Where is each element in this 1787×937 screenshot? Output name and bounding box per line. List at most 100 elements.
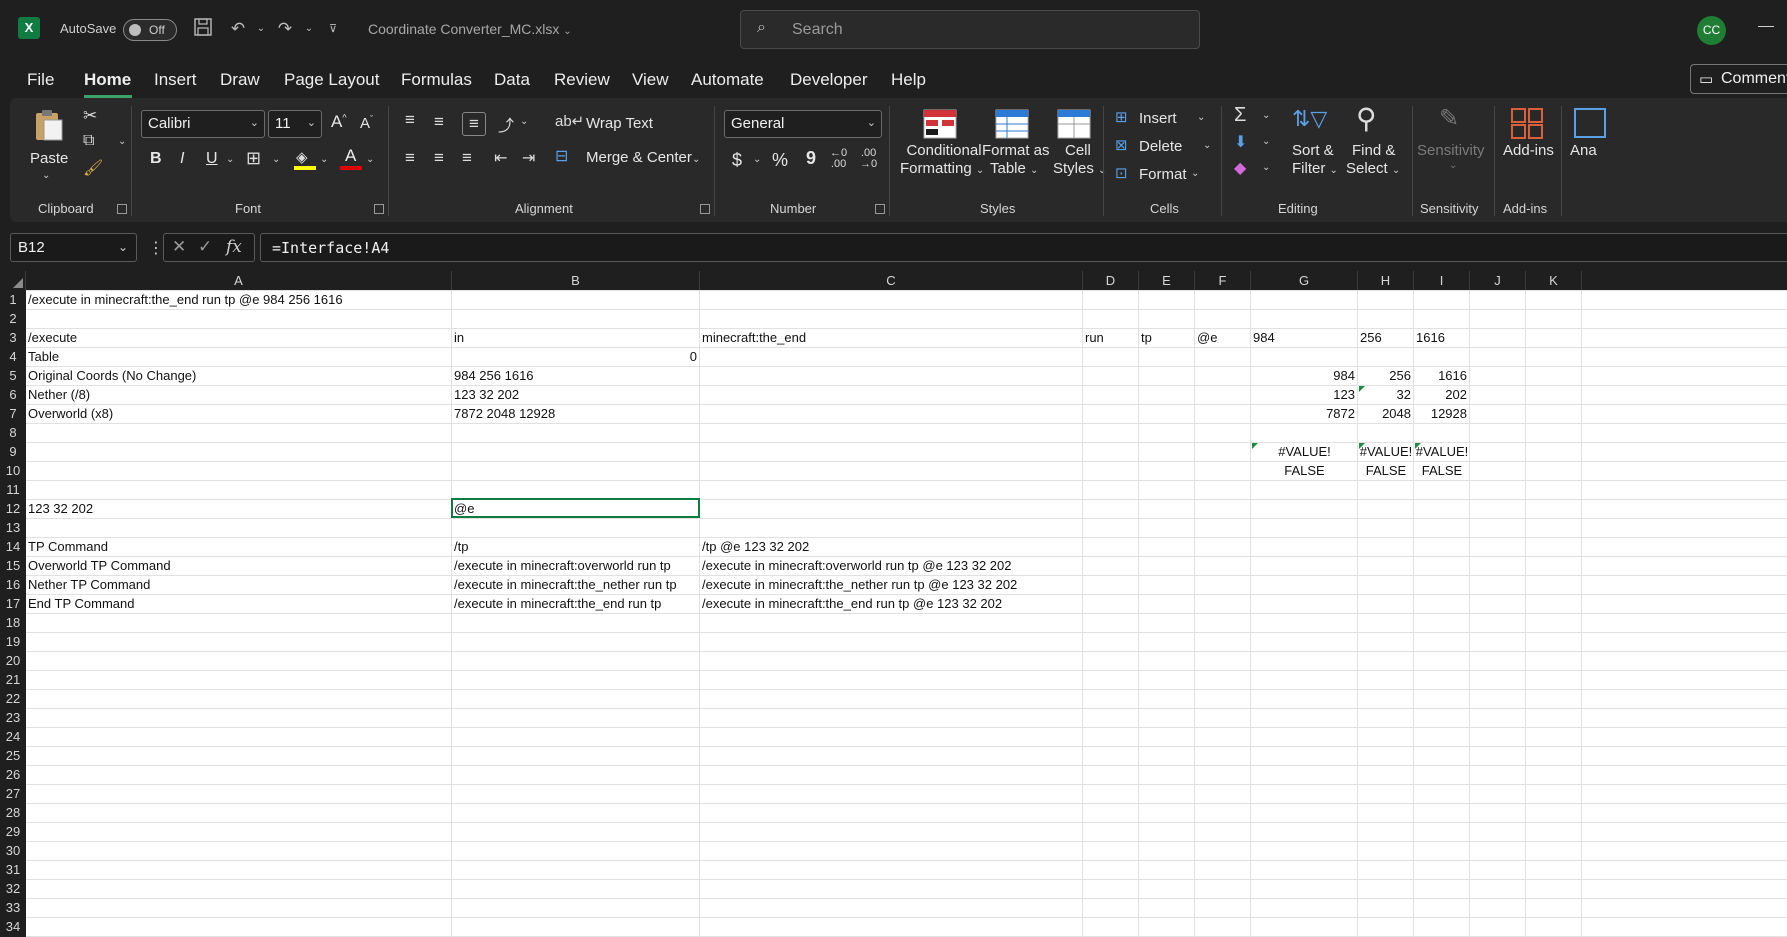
number-dialog-launcher[interactable] (875, 204, 885, 214)
column-header-a[interactable]: A (26, 271, 452, 290)
undo-dropdown-icon[interactable]: ⌄ (249, 17, 273, 41)
row-header-33[interactable]: 33 (0, 898, 26, 917)
row-header-32[interactable]: 32 (0, 879, 26, 898)
increase-decimal-icon[interactable]: ←0.00 (830, 148, 847, 170)
undo-icon[interactable]: ↶ (226, 17, 250, 41)
row-header-30[interactable]: 30 (0, 841, 26, 860)
row-header-9[interactable]: 9 (0, 442, 26, 461)
currency-button[interactable]: $ (732, 150, 742, 171)
error-indicator-icon[interactable] (1252, 443, 1258, 449)
row-header-17[interactable]: 17 (0, 594, 26, 613)
borders-dropdown-icon[interactable]: ⌄ (272, 154, 280, 165)
row-header-24[interactable]: 24 (0, 727, 26, 746)
delete-cells-button[interactable]: ⊠ Delete ⌄ (1115, 136, 1225, 158)
cell-a14[interactable]: TP Command (26, 537, 108, 556)
format-painter-icon[interactable]: 🖌 (83, 158, 103, 178)
cell-b17[interactable]: /execute in minecraft:the_end run tp (452, 594, 661, 613)
cell-g6[interactable]: 123 (1251, 385, 1358, 404)
row-header-15[interactable]: 15 (0, 556, 26, 575)
cell-a12[interactable]: 123 32 202 (26, 499, 93, 518)
more-options-icon[interactable]: ⋮ (148, 238, 164, 258)
column-header-i[interactable]: I (1414, 271, 1470, 290)
decrease-font-size-icon[interactable]: Aˇ (360, 114, 373, 132)
currency-dropdown-icon[interactable]: ⌄ (753, 154, 761, 165)
row-header-18[interactable]: 18 (0, 613, 26, 632)
cell-a3[interactable]: /execute (26, 328, 77, 347)
cut-icon[interactable]: ✂ (83, 106, 97, 126)
redo-dropdown-icon[interactable]: ⌄ (297, 17, 321, 41)
format-as-table-button[interactable]: Format as Table ⌄ (982, 98, 1050, 193)
cell-h3[interactable]: 256 (1358, 328, 1382, 347)
align-center-icon[interactable]: ≡ (434, 148, 444, 168)
clear-icon[interactable]: ◆ (1234, 158, 1246, 178)
column-header-f[interactable]: F (1195, 271, 1251, 290)
number-format-dropdown[interactable]: General ⌄ (724, 110, 882, 138)
cell-i6[interactable]: 202 (1414, 385, 1470, 404)
tab-help[interactable]: Help (891, 70, 926, 90)
cell-b5[interactable]: 984 256 1616 (452, 366, 534, 385)
paste-button[interactable]: Paste ⌄ (28, 106, 68, 191)
row-header-26[interactable]: 26 (0, 765, 26, 784)
borders-icon[interactable]: ⊞ (246, 148, 261, 169)
align-left-icon[interactable]: ≡ (405, 148, 415, 168)
row-header-11[interactable]: 11 (0, 480, 26, 499)
row-header-22[interactable]: 22 (0, 689, 26, 708)
redo-icon[interactable]: ↷ (273, 17, 297, 41)
tab-formulas[interactable]: Formulas (401, 70, 472, 90)
find-select-button[interactable]: ⚲ Find & Select ⌄ (1344, 98, 1406, 193)
cell-g9[interactable]: #VALUE! (1251, 442, 1358, 461)
tab-view[interactable]: View (632, 70, 669, 90)
cell-b14[interactable]: /tp (452, 537, 468, 556)
row-header-29[interactable]: 29 (0, 822, 26, 841)
tab-data[interactable]: Data (494, 70, 530, 90)
cell-a1[interactable]: /execute in minecraft:the_end run tp @e … (26, 290, 343, 309)
analyze-data-button[interactable]: Ana (1566, 98, 1606, 193)
file-name[interactable]: Coordinate Converter_MC.xlsx ⌄ (368, 21, 572, 37)
row-header-3[interactable]: 3 (0, 328, 26, 347)
tab-draw[interactable]: Draw (220, 70, 260, 90)
row-header-4[interactable]: 4 (0, 347, 26, 366)
comma-style-button[interactable]: 9 (806, 148, 816, 169)
row-header-7[interactable]: 7 (0, 404, 26, 423)
cell-h7[interactable]: 2048 (1358, 404, 1414, 423)
cancel-icon[interactable]: ✕ (172, 237, 186, 257)
format-cells-button[interactable]: ⊡ Format ⌄ (1115, 164, 1225, 186)
cell-c15[interactable]: /execute in minecraft:overworld run tp @… (700, 556, 1011, 575)
row-header-16[interactable]: 16 (0, 575, 26, 594)
addins-button[interactable]: Add-ins (1497, 98, 1559, 193)
insert-cells-button[interactable]: ⊞ Insert ⌄ (1115, 108, 1225, 130)
cell-c14[interactable]: /tp @e 123 32 202 (700, 537, 809, 556)
fill-color-icon[interactable]: ◈ (294, 148, 316, 170)
column-header-e[interactable]: E (1139, 271, 1195, 290)
orientation-icon[interactable]: ⤴ (498, 112, 514, 136)
tab-file[interactable]: File (27, 70, 54, 90)
column-header-k[interactable]: K (1526, 271, 1582, 290)
increase-font-size-icon[interactable]: A^ (331, 112, 347, 132)
cell-a4[interactable]: Table (26, 347, 59, 366)
column-header-d[interactable]: D (1083, 271, 1139, 290)
conditional-formatting-button[interactable]: Conditional Formatting ⌄ (900, 98, 984, 193)
column-header-c[interactable]: C (700, 271, 1083, 290)
row-header-20[interactable]: 20 (0, 651, 26, 670)
cell-i10[interactable]: FALSE (1414, 461, 1470, 480)
cell-g3[interactable]: 984 (1251, 328, 1275, 347)
row-header-13[interactable]: 13 (0, 518, 26, 537)
cell-g10[interactable]: FALSE (1251, 461, 1358, 480)
align-bottom-icon[interactable]: ≡ (462, 112, 486, 136)
cell-a7[interactable]: Overworld (x8) (26, 404, 113, 423)
autosave-toggle[interactable]: Off (123, 19, 177, 41)
wrap-text-button[interactable]: ab↵ Wrap Text (555, 112, 675, 136)
cell-a15[interactable]: Overworld TP Command (26, 556, 171, 575)
cell-c3[interactable]: minecraft:the_end (700, 328, 806, 347)
tab-page-layout[interactable]: Page Layout (284, 70, 379, 90)
font-family-dropdown[interactable]: Calibri ⌄ (141, 110, 265, 138)
column-header-b[interactable]: B (452, 271, 700, 290)
fill-color-dropdown-icon[interactable]: ⌄ (320, 154, 328, 165)
fill-dropdown-icon[interactable]: ⌄ (1262, 136, 1270, 147)
avatar[interactable]: CC (1697, 16, 1726, 45)
underline-dropdown-icon[interactable]: ⌄ (226, 154, 234, 165)
row-header-25[interactable]: 25 (0, 746, 26, 765)
error-indicator-icon[interactable] (1415, 443, 1421, 449)
bold-button[interactable]: B (150, 150, 162, 168)
cell-styles-button[interactable]: Cell Styles ⌄ (1050, 98, 1106, 193)
